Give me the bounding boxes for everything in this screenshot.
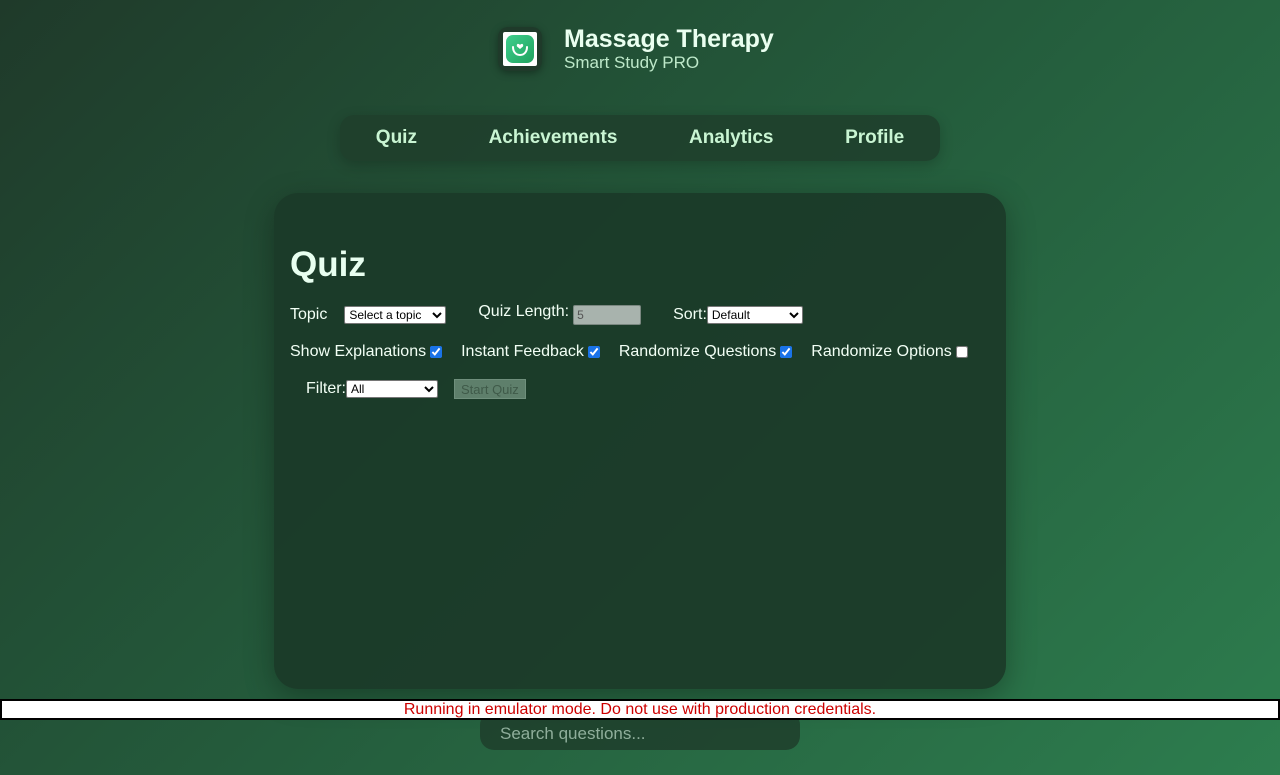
tab-profile[interactable]: Profile [833, 127, 916, 149]
app-logo [498, 27, 542, 71]
instant-feedback-checkbox[interactable] [587, 346, 600, 358]
show-explanations-label: Show Explanations [290, 343, 427, 360]
app-title-block: Massage Therapy Smart Study PRO [564, 25, 774, 73]
randomize-questions-label: Randomize Questions [618, 343, 777, 360]
topic-select[interactable]: Select a topic [344, 306, 447, 324]
tab-analytics[interactable]: Analytics [677, 127, 785, 149]
sort-select[interactable]: Default [706, 306, 803, 324]
app-header: Massage Therapy Smart Study PRO [498, 25, 774, 73]
show-explanations-checkbox[interactable] [430, 346, 443, 358]
randomize-options-label: Randomize Options [811, 343, 952, 360]
sort-label: Sort: [673, 306, 707, 323]
randomize-options-checkbox[interactable] [955, 346, 968, 358]
page-title: Quiz [290, 245, 366, 284]
instant-feedback-label: Instant Feedback [461, 343, 584, 360]
filter-label: Filter: [306, 380, 346, 397]
topic-label: Topic [290, 306, 328, 323]
filter-select[interactable]: All [346, 380, 438, 398]
quiz-options-row: Show Explanations Instant Feedback Rando… [290, 343, 968, 361]
main-nav: Quiz Achievements Analytics Profile [340, 115, 940, 161]
tab-achievements[interactable]: Achievements [477, 127, 630, 149]
quiz-settings-row: Topic Select a topic Quiz Length: Sort: … [290, 303, 803, 325]
randomize-questions-checkbox[interactable] [780, 346, 793, 358]
quiz-length-input[interactable] [573, 305, 642, 325]
start-quiz-button[interactable]: Start Quiz [454, 379, 526, 399]
hands-holding-heart-icon [506, 35, 534, 63]
quiz-filter-row: Filter: All Start Quiz [306, 379, 526, 399]
emulator-warning-banner: Running in emulator mode. Do not use wit… [0, 699, 1280, 720]
tab-quiz[interactable]: Quiz [364, 127, 429, 149]
app-subtitle: Smart Study PRO [564, 53, 700, 72]
app-title: Massage Therapy [564, 25, 774, 53]
quiz-card: Quiz Topic Select a topic Quiz Length: S… [274, 193, 1006, 689]
quiz-length-label: Quiz Length: [478, 303, 570, 320]
